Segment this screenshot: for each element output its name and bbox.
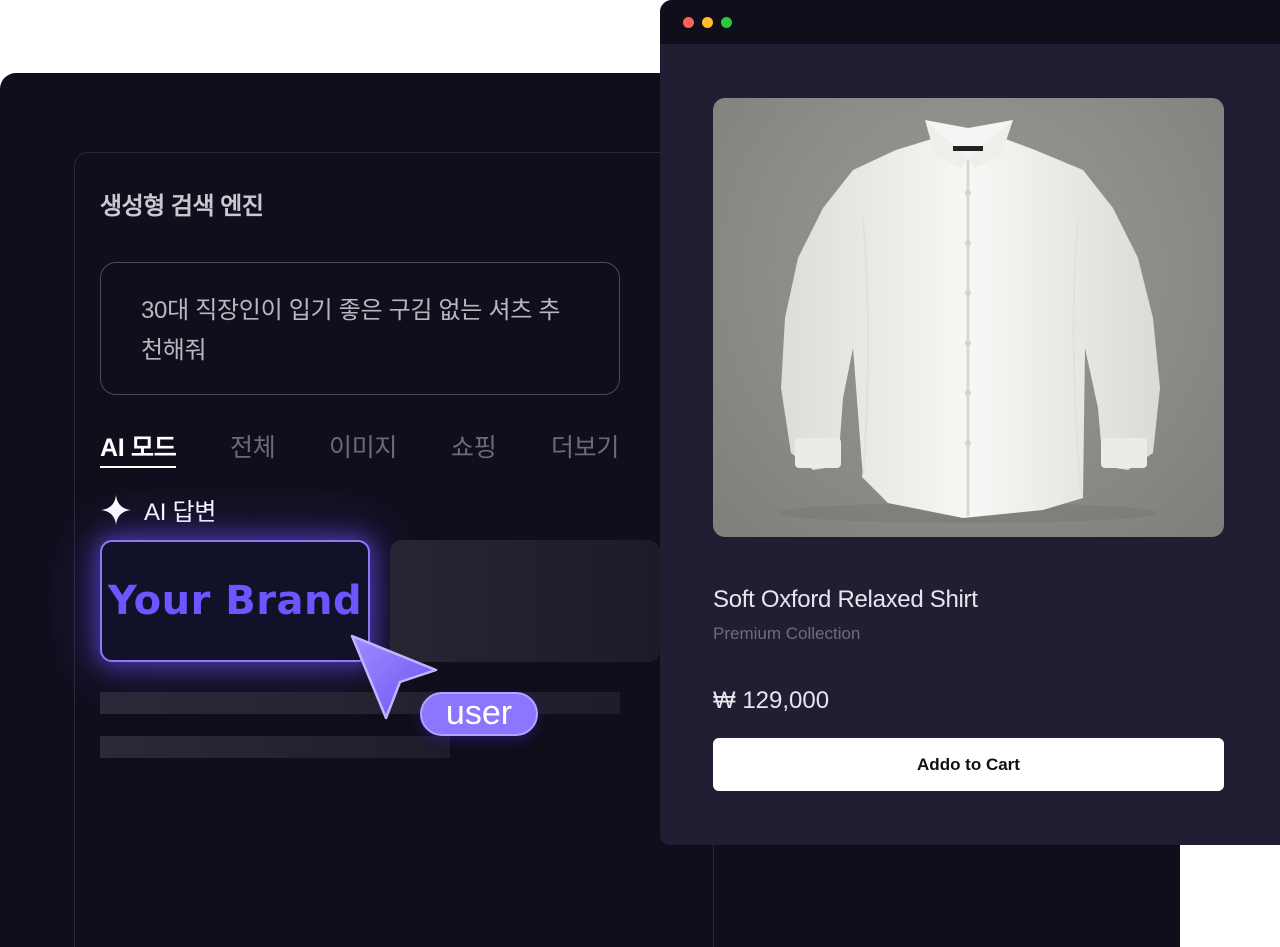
- tab-shopping[interactable]: 쇼핑: [451, 428, 497, 464]
- product-image: [713, 98, 1224, 537]
- user-tag: user: [420, 692, 538, 736]
- product-window: Soft Oxford Relaxed Shirt Premium Collec…: [660, 0, 1280, 845]
- tab-all[interactable]: 전체: [230, 428, 276, 464]
- tab-images[interactable]: 이미지: [329, 428, 397, 464]
- close-window-icon[interactable]: [683, 17, 694, 28]
- ai-answer-label: AI 답변: [144, 499, 217, 526]
- skeleton-line: [100, 736, 450, 758]
- search-query-text: 30대 직장인이 입기 좋은 구김 없는 셔츠 추천해줘: [141, 297, 561, 364]
- brand-card[interactable]: Your Brand: [100, 540, 370, 662]
- panel-title: 생성형 검색 엔진: [100, 193, 264, 220]
- window-titlebar: [660, 0, 1280, 44]
- tab-more[interactable]: 더보기: [551, 428, 619, 464]
- brand-card-text: Your Brand: [107, 578, 363, 624]
- add-to-cart-button[interactable]: Addo to Cart: [713, 738, 1224, 791]
- product-price: ₩ 129,000: [713, 687, 830, 714]
- product-collection: Premium Collection: [713, 624, 861, 643]
- maximize-window-icon[interactable]: [721, 17, 732, 28]
- sparkle-icon: [101, 494, 131, 525]
- ai-answer-header: AI 답변: [100, 492, 216, 527]
- search-query-box[interactable]: 30대 직장인이 입기 좋은 구김 없는 셔츠 추천해줘: [100, 262, 620, 395]
- tab-ai-mode[interactable]: AI 모드: [100, 428, 177, 468]
- product-name: Soft Oxford Relaxed Shirt: [713, 586, 978, 613]
- stage: 생성형 검색 엔진 30대 직장인이 입기 좋은 구김 없는 셔츠 추천해줘 A…: [0, 0, 1280, 947]
- white-shirt-icon: [778, 120, 1160, 523]
- minimize-window-icon[interactable]: [702, 17, 713, 28]
